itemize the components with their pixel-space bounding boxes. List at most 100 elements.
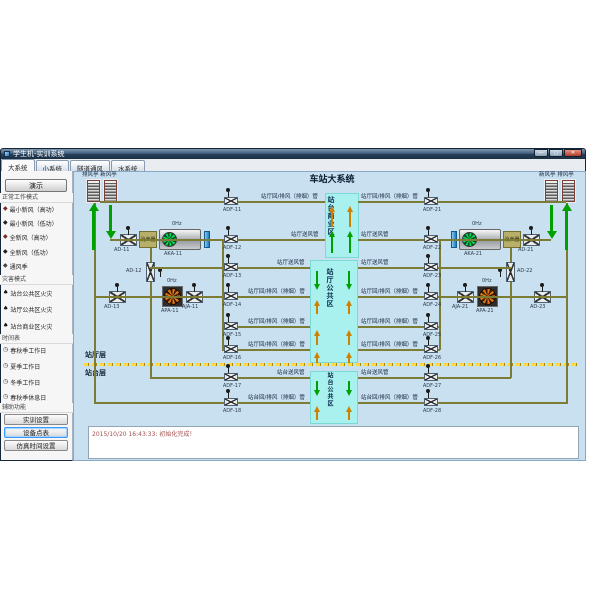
duct-label: 站厅回/排风（排烟）管 — [248, 319, 305, 325]
exhaust-tower-left — [87, 180, 100, 202]
device-label: ADF-22 — [418, 246, 446, 251]
airflow-arrow-icon — [92, 211, 95, 250]
log-panel: 2015/10/20 16:43:33: 初始化完成！ — [88, 426, 579, 459]
bypass-damper-right[interactable] — [506, 262, 515, 282]
fan-frequency-label: 0Hz — [172, 222, 182, 227]
device-label: ADF-11 — [218, 208, 246, 213]
flow-arrow-head-icon — [314, 284, 320, 290]
device-label: ADF-28 — [418, 409, 446, 414]
flow-arrow-icon — [349, 236, 351, 253]
flow-arrow-head-icon — [329, 231, 335, 237]
device-label: AD-13 — [104, 305, 119, 310]
duct-label: 站厅回/排风（排烟）管 — [361, 289, 418, 295]
device-label: AJA-11 — [182, 305, 198, 310]
device-label: APA-11 — [161, 309, 179, 314]
bypass-damper-left[interactable] — [146, 262, 155, 282]
adf-damper-device[interactable] — [224, 235, 238, 243]
airflow-arrow-icon — [550, 205, 553, 231]
duct-label: 站厅送风管 — [277, 260, 305, 266]
adf-damper-device[interactable] — [424, 263, 438, 271]
flow-arrow-icon — [331, 236, 333, 253]
screenshot-stage: 学生机-实训系统 — ▢ ✕ 大系统 小系统 隧道通风 水系统 演示 正常工作模… — [0, 0, 600, 600]
duct-label: 站厅送风管 — [361, 232, 389, 238]
adf-damper-device[interactable] — [224, 345, 238, 353]
device-label: ADF-15 — [218, 333, 246, 338]
flow-arrow-head-icon — [347, 206, 353, 212]
sensor-icon — [426, 313, 430, 317]
device-label: AD-22 — [517, 269, 532, 274]
sensor-icon — [426, 283, 430, 287]
adf-damper-device[interactable] — [224, 197, 238, 205]
sensor-icon — [540, 283, 544, 287]
device-label: APA-21 — [476, 309, 494, 314]
flow-arrow-icon — [348, 271, 350, 285]
airflow-arrow-head-icon — [547, 231, 557, 239]
sensor-icon — [115, 283, 119, 287]
adf-damper-device[interactable] — [424, 292, 438, 300]
device-label: ADF-13 — [218, 274, 246, 279]
airflow-arrow-head-icon — [562, 203, 572, 211]
fan-frequency-label: 0Hz — [482, 279, 492, 284]
sensor-icon — [463, 283, 467, 287]
flow-arrow-head-icon — [346, 284, 352, 290]
flow-arrow-icon — [348, 335, 350, 345]
duct-label: 站厅回/排风（排烟）管 — [261, 194, 318, 200]
adf-damper-device[interactable] — [424, 235, 438, 243]
flow-arrow-icon — [331, 211, 333, 227]
device-label: ADF-27 — [418, 384, 446, 389]
adf-damper-device[interactable] — [224, 398, 238, 406]
adf-damper-device[interactable] — [424, 345, 438, 353]
duct-segment — [94, 402, 310, 404]
sensor-icon — [226, 226, 230, 230]
flow-arrow-icon — [348, 411, 350, 420]
diagram-layer: 车站大系统 排风亭 新风亭 新风亭 排风亭 站台商业区 站厅公共区 站台公共区 … — [0, 0, 600, 600]
sensor-icon — [226, 188, 230, 192]
flow-arrow-head-icon — [329, 206, 335, 212]
adf-damper-device[interactable] — [224, 322, 238, 330]
device-label: AKA-11 — [164, 252, 182, 257]
diagram-title: 车站大系统 — [297, 176, 367, 186]
adf-damper-device[interactable] — [224, 373, 238, 381]
duct-label: 站台送风管 — [361, 370, 389, 376]
duct-segment — [358, 402, 567, 404]
flow-arrow-head-icon — [346, 406, 352, 412]
sensor-icon — [426, 188, 430, 192]
duct-label: 站厅回/排风（排烟）管 — [248, 342, 305, 348]
device-label: ADF-25 — [418, 333, 446, 338]
adf-damper-device[interactable] — [224, 263, 238, 271]
flow-arrow-head-icon — [314, 390, 320, 396]
sensor-icon — [226, 336, 230, 340]
adf-damper-device[interactable] — [424, 398, 438, 406]
device-label: AJA-21 — [452, 305, 468, 310]
adf-damper-device[interactable] — [424, 197, 438, 205]
adf-damper-device[interactable] — [424, 373, 438, 381]
flow-arrow-head-icon — [346, 352, 352, 358]
duct-label: 站厅送风管 — [361, 260, 389, 266]
duct-segment — [110, 239, 325, 241]
flow-arrow-head-icon — [314, 406, 320, 412]
device-label: AD-21 — [518, 248, 533, 253]
flow-arrow-head-icon — [314, 330, 320, 336]
flow-arrow-icon — [348, 305, 350, 314]
duct-segment — [100, 201, 325, 203]
exhaust-tower-right — [562, 180, 575, 202]
flow-arrow-icon — [316, 335, 318, 345]
flow-arrow-head-icon — [346, 330, 352, 336]
adf-damper-device[interactable] — [224, 292, 238, 300]
device-label: ADF-16 — [218, 356, 246, 361]
fresh-tower-right — [545, 180, 558, 202]
device-label: ADF-23 — [418, 274, 446, 279]
flow-arrow-head-icon — [346, 300, 352, 306]
flow-arrow-head-icon — [314, 300, 320, 306]
device-label: ADF-26 — [418, 356, 446, 361]
fresh-tower-left — [104, 180, 117, 202]
sensor-icon — [426, 226, 430, 230]
adf-damper-device[interactable] — [424, 322, 438, 330]
tower-labels-right: 新风亭 排风亭 — [539, 172, 574, 178]
airflow-arrow-head-icon — [89, 203, 99, 211]
duct-label: 站台回/排风（排烟）管 — [361, 395, 418, 401]
device-label: ADF-18 — [218, 409, 246, 414]
sensor-icon — [192, 283, 196, 287]
duct-label: 站台送风管 — [277, 370, 305, 376]
airflow-arrow-head-icon — [106, 231, 116, 239]
